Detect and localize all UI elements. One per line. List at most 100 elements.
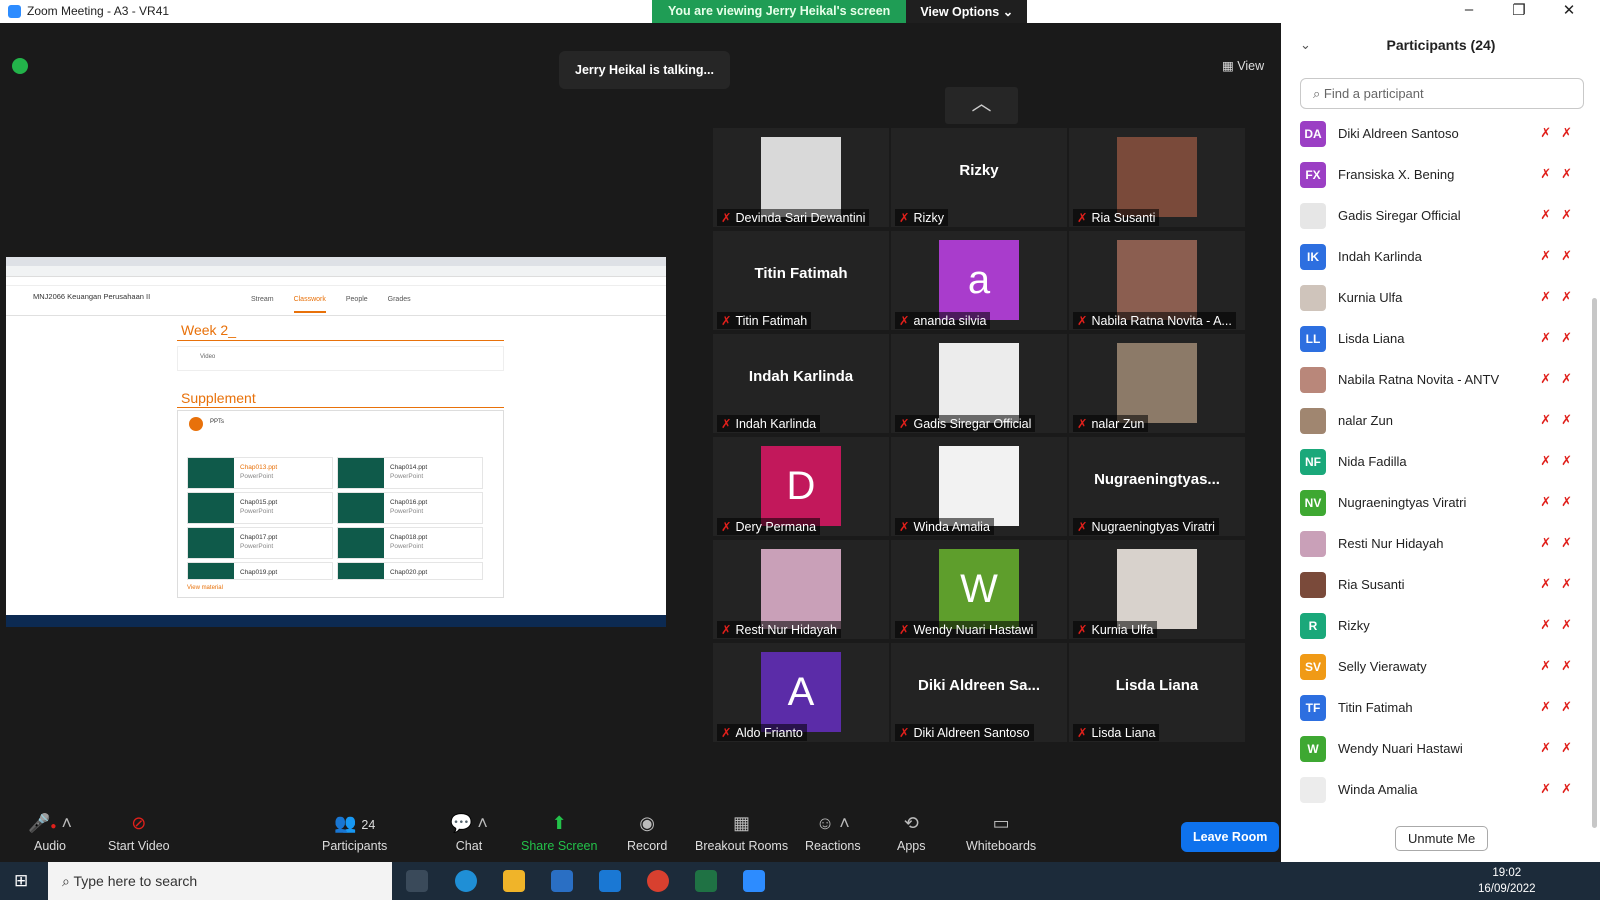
zoom-taskbar-icon[interactable] — [743, 870, 765, 892]
participants-button[interactable]: 👥 24 Participants — [322, 813, 387, 853]
windows-start-icon[interactable]: ⊞ — [14, 871, 28, 891]
reactions-button[interactable]: ☺ ˄ Reactions — [805, 813, 861, 853]
video-tile[interactable]: ✗ Nabila Ratna Novita - A... — [1069, 231, 1245, 330]
video-tile[interactable]: a ✗ ananda silvia — [891, 231, 1067, 330]
share-screen-icon: ⬆ — [551, 813, 567, 833]
chat-button[interactable]: 💬 ˄ Chat — [450, 813, 488, 853]
minimize-button[interactable]: – — [1454, 1, 1484, 18]
participant-name: Wendy Nuari Hastawi — [1338, 741, 1463, 756]
video-tile[interactable]: A ✗ Aldo Frianto — [713, 643, 889, 742]
video-tile[interactable]: Diki Aldreen Sa... ✗ Diki Aldreen Santoso — [891, 643, 1067, 742]
maximize-button[interactable]: ❐ — [1504, 1, 1534, 19]
muted-mic-icon: ✗ — [721, 520, 732, 534]
close-button[interactable]: ✕ — [1554, 1, 1584, 19]
mail-icon[interactable] — [599, 870, 621, 892]
participant-row[interactable]: TF Titin Fatimah ✗✗ — [1300, 687, 1590, 728]
participant-row[interactable]: Winda Amalia ✗✗ — [1300, 769, 1590, 810]
muted-status-icons: ✗✗ — [1540, 576, 1582, 591]
muted-status-icons: ✗✗ — [1540, 494, 1582, 509]
apps-button[interactable]: ⟲ Apps — [897, 813, 926, 853]
shield-icon — [12, 58, 28, 74]
muted-status-icons: ✗✗ — [1540, 699, 1582, 714]
video-tile[interactable]: ✗ Kurnia Ulfa — [1069, 540, 1245, 639]
ppts-label: PPTs — [210, 419, 225, 425]
muted-status-icons: ✗✗ — [1540, 740, 1582, 755]
avatar-letter: W — [939, 549, 1019, 629]
participant-row[interactable]: Gadis Siregar Official ✗✗ — [1300, 195, 1590, 236]
participant-row[interactable]: Ria Susanti ✗✗ — [1300, 564, 1590, 605]
video-tile[interactable]: Rizky ✗ Rizky — [891, 128, 1067, 227]
participant-avatar: W — [1300, 735, 1326, 762]
panel-scrollbar[interactable] — [1592, 298, 1597, 828]
excel-icon[interactable] — [695, 870, 717, 892]
participant-avatar: NF — [1300, 448, 1326, 475]
record-button[interactable]: ◉ Record — [627, 813, 667, 853]
participant-row[interactable]: R Rizky ✗✗ — [1300, 605, 1590, 646]
tile-big-name: Lisda Liana — [1115, 677, 1199, 694]
participant-name: Ria Susanti — [1338, 577, 1405, 592]
view-options-button[interactable]: View Options ⌄ — [906, 0, 1028, 23]
participant-avatar — [1300, 202, 1326, 229]
find-participant-input[interactable]: ⌕ Find a participant — [1300, 78, 1584, 109]
browser-bookmarks — [6, 277, 666, 286]
video-tile[interactable]: ✗ Resti Nur Hidayah — [713, 540, 889, 639]
file-card: Chap013.ppt PowerPoint — [187, 457, 333, 489]
store-icon[interactable] — [551, 870, 573, 892]
participant-row[interactable]: IK Indah Karlinda ✗✗ — [1300, 236, 1590, 277]
video-tile[interactable]: Titin Fatimah ✗ Titin Fatimah — [713, 231, 889, 330]
task-view-icon[interactable] — [406, 870, 428, 892]
tab-classwork: Classwork — [293, 296, 326, 313]
participant-row[interactable]: SV Selly Vierawaty ✗✗ — [1300, 646, 1590, 687]
participant-row[interactable]: Resti Nur Hidayah ✗✗ — [1300, 523, 1590, 564]
taskbar-search-input[interactable]: ⌕ Type here to search — [48, 862, 392, 900]
talking-indicator: Jerry Heikal is talking... — [559, 51, 730, 89]
participant-row[interactable]: NV Nugraeningtyas Viratri ✗✗ — [1300, 482, 1590, 523]
start-video-button[interactable]: ⊘ Start Video — [108, 813, 170, 853]
whiteboards-button[interactable]: ▭ Whiteboards — [966, 813, 1036, 853]
muted-status-icons: ✗✗ — [1540, 412, 1582, 427]
classroom-header: MNJ2066 Keuangan Perusahaan II Stream Cl… — [6, 286, 666, 316]
view-button[interactable]: ▦ View — [1222, 58, 1264, 73]
muted-status-icons: ✗✗ — [1540, 781, 1582, 796]
video-tile[interactable]: Lisda Liana ✗ Lisda Liana — [1069, 643, 1245, 742]
video-tile[interactable]: ✗ Winda Amalia — [891, 437, 1067, 536]
participant-row[interactable]: nalar Zun ✗✗ — [1300, 400, 1590, 441]
video-tile[interactable]: Indah Karlinda ✗ Indah Karlinda — [713, 334, 889, 433]
classwork-body: Week 2_ Video Supplement PPTs Chap013.pp… — [6, 316, 666, 598]
participant-avatar: IK — [1300, 243, 1326, 270]
participant-row[interactable]: Nabila Ratna Novita - ANTV ✗✗ — [1300, 359, 1590, 400]
gallery-scroll-up-button[interactable]: ︿ — [945, 87, 1018, 124]
share-screen-button[interactable]: ⬆ Share Screen — [521, 813, 597, 853]
edge-icon[interactable] — [455, 870, 477, 892]
video-tile[interactable]: ✗ nalar Zun — [1069, 334, 1245, 433]
participant-avatar: TF — [1300, 694, 1326, 721]
video-tile[interactable]: W ✗ Wendy Nuari Hastawi — [891, 540, 1067, 639]
avatar-photo — [939, 343, 1019, 423]
participant-row[interactable]: FX Fransiska X. Bening ✗✗ — [1300, 154, 1590, 195]
participant-row[interactable]: NF Nida Fadilla ✗✗ — [1300, 441, 1590, 482]
breakout-rooms-button[interactable]: ▦ Breakout Rooms — [695, 813, 788, 853]
participant-row[interactable]: Kurnia Ulfa ✗✗ — [1300, 277, 1590, 318]
video-tile[interactable]: ✗ Ria Susanti — [1069, 128, 1245, 227]
unmute-me-button[interactable]: Unmute Me — [1395, 826, 1489, 851]
participant-row[interactable]: DA Diki Aldreen Santoso ✗✗ — [1300, 113, 1590, 154]
participant-avatar — [1300, 284, 1326, 311]
participant-avatar: DA — [1300, 120, 1326, 147]
avatar-photo — [1117, 343, 1197, 423]
video-tile[interactable]: D ✗ Dery Permana — [713, 437, 889, 536]
avatar-letter: D — [761, 446, 841, 526]
participant-row[interactable]: LL Lisda Liana ✗✗ — [1300, 318, 1590, 359]
audio-button[interactable]: 🎤● ˄ Audio — [28, 813, 72, 853]
participant-avatar — [1300, 407, 1326, 434]
muted-mic-icon: ✗ — [1077, 417, 1088, 431]
tile-name-label: ✗ Aldo Frianto — [717, 724, 807, 741]
leave-room-button[interactable]: Leave Room — [1181, 822, 1280, 852]
whiteboard-icon: ▭ — [992, 813, 1010, 833]
file-card: Chap018.ppt PowerPoint — [337, 527, 483, 559]
video-tile[interactable]: ✗ Gadis Siregar Official — [891, 334, 1067, 433]
participant-row[interactable]: W Wendy Nuari Hastawi ✗✗ — [1300, 728, 1590, 769]
chrome-icon[interactable] — [647, 870, 669, 892]
file-explorer-icon[interactable] — [503, 870, 525, 892]
video-tile[interactable]: Nugraeningtyas... ✗ Nugraeningtyas Viratri — [1069, 437, 1245, 536]
video-tile[interactable]: ✗ Devinda Sari Dewantini — [713, 128, 889, 227]
